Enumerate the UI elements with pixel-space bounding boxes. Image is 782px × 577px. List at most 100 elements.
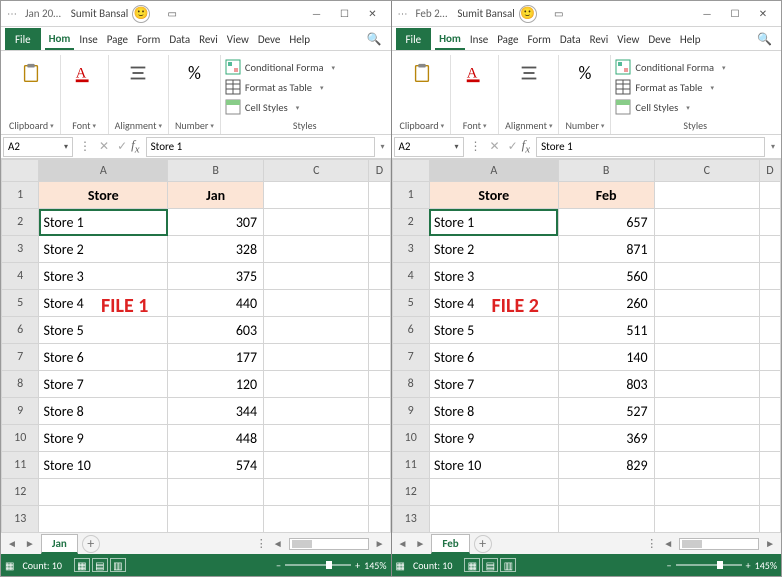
ribbon-tab[interactable]: View [223, 28, 253, 50]
cell[interactable] [264, 371, 369, 398]
cell[interactable] [264, 479, 369, 506]
ribbon-tab[interactable]: Hom [45, 28, 75, 50]
sheet-nav-prev-icon[interactable]: ◄ [396, 537, 410, 550]
spreadsheet-grid[interactable]: ABCD1StoreJan2Store 13073Store 23284Stor… [1, 159, 391, 532]
zoom-in-button[interactable]: + [355, 559, 360, 572]
expand-formula-bar-icon[interactable]: ▾ [765, 142, 781, 152]
ribbon-tab[interactable]: Deve [644, 28, 675, 50]
cell[interactable] [558, 479, 654, 506]
cell[interactable]: Store 5 [429, 317, 558, 344]
cell[interactable]: 375 [168, 263, 264, 290]
cell[interactable] [369, 344, 390, 371]
cell[interactable] [39, 479, 168, 506]
cell[interactable] [654, 398, 759, 425]
ribbon-tab[interactable]: Page [493, 28, 522, 50]
alignment-icon[interactable] [124, 59, 152, 87]
cell[interactable] [264, 425, 369, 452]
maximize-button[interactable]: ☐ [721, 3, 749, 25]
cell[interactable] [264, 452, 369, 479]
cell[interactable] [369, 182, 390, 209]
ribbon-tab[interactable]: View [613, 28, 643, 50]
avatar[interactable]: 🙂 [519, 5, 537, 23]
cell[interactable] [759, 317, 780, 344]
tab-file[interactable]: File [5, 28, 41, 50]
cell[interactable] [759, 182, 780, 209]
cell[interactable]: Feb [558, 182, 654, 209]
cell[interactable]: 369 [558, 425, 654, 452]
normal-view-icon[interactable]: ▦ [464, 558, 480, 572]
ribbon-tab[interactable]: Data [556, 28, 585, 50]
cell[interactable]: 307 [168, 209, 264, 236]
chevron-down-icon[interactable]: ▾ [320, 83, 324, 92]
row-header[interactable]: 7 [2, 344, 39, 371]
ribbon-options-icon[interactable]: ▭ [545, 3, 573, 25]
conditional-formatting-button[interactable]: Conditional Forma▾ [225, 57, 385, 77]
user-name[interactable]: Sumit Bansal [457, 7, 514, 20]
row-header[interactable]: 1 [392, 182, 429, 209]
cell-styles-button[interactable]: Cell Styles▾ [225, 97, 385, 117]
spreadsheet-grid[interactable]: ABCD1StoreFeb2Store 16573Store 28714Stor… [392, 159, 782, 532]
cell[interactable] [759, 263, 780, 290]
number-icon[interactable]: % [571, 59, 599, 87]
row-header[interactable]: 4 [392, 263, 429, 290]
enter-icon[interactable]: ✓ [508, 139, 518, 154]
cell[interactable]: Store 6 [429, 344, 558, 371]
chevron-down-icon[interactable]: ▾ [331, 63, 335, 72]
row-header[interactable]: 4 [2, 263, 39, 290]
history-icon[interactable]: ⋯ [5, 7, 19, 21]
row-header[interactable]: 3 [2, 236, 39, 263]
chevron-down-icon[interactable]: ▾ [64, 142, 68, 152]
cancel-icon[interactable]: ✕ [490, 139, 500, 154]
page-layout-view-icon[interactable]: ▤ [92, 558, 108, 572]
chevron-down-icon[interactable]: ▾ [549, 121, 553, 130]
enter-icon[interactable]: ✓ [117, 139, 127, 154]
row-header[interactable]: 6 [2, 317, 39, 344]
cell[interactable]: Store 2 [39, 236, 168, 263]
cell[interactable]: 871 [558, 236, 654, 263]
cell[interactable] [369, 479, 390, 506]
sheet-nav-next-icon[interactable]: ► [23, 537, 37, 550]
cell[interactable]: 527 [558, 398, 654, 425]
cell[interactable] [369, 452, 390, 479]
cell[interactable] [654, 209, 759, 236]
cell[interactable]: Store 4 [429, 290, 558, 317]
cell[interactable]: Store 8 [429, 398, 558, 425]
clipboard-label[interactable]: Clipboard▾ [9, 119, 54, 132]
sheet-nav-prev-icon[interactable]: ◄ [5, 537, 19, 550]
cell[interactable] [429, 506, 558, 533]
cell[interactable] [369, 263, 390, 290]
cell[interactable] [264, 236, 369, 263]
page-break-view-icon[interactable]: ▥ [500, 558, 516, 572]
cell[interactable] [369, 425, 390, 452]
cell[interactable]: Store 10 [39, 452, 168, 479]
cell[interactable] [654, 263, 759, 290]
row-header[interactable]: 7 [392, 344, 429, 371]
cell[interactable]: Store [39, 182, 168, 209]
cell[interactable] [264, 182, 369, 209]
column-header[interactable]: C [654, 160, 759, 182]
cell[interactable] [264, 344, 369, 371]
row-header[interactable]: 8 [392, 371, 429, 398]
cell[interactable] [369, 398, 390, 425]
ribbon-tab[interactable]: Hom [435, 28, 465, 50]
cell[interactable]: 574 [168, 452, 264, 479]
cell[interactable] [369, 236, 390, 263]
cell[interactable]: Store 2 [429, 236, 558, 263]
record-macro-icon[interactable]: ▦ [396, 559, 405, 572]
cell[interactable] [654, 479, 759, 506]
cell[interactable] [654, 236, 759, 263]
cell[interactable] [39, 506, 168, 533]
cell[interactable]: Store 3 [39, 263, 168, 290]
chevron-down-icon[interactable]: ▾ [296, 103, 300, 112]
chevron-down-icon[interactable]: ▾ [92, 121, 96, 130]
conditional-formatting-button[interactable]: Conditional Forma▾ [615, 57, 775, 77]
tab-file[interactable]: File [396, 28, 432, 50]
sheet-tab[interactable]: Jan [41, 534, 78, 554]
cell[interactable]: 603 [168, 317, 264, 344]
cell[interactable] [654, 182, 759, 209]
cell[interactable]: 177 [168, 344, 264, 371]
alignment-label[interactable]: Alignment▾ [115, 119, 162, 132]
close-button[interactable]: ✕ [749, 3, 777, 25]
row-header[interactable]: 2 [392, 209, 429, 236]
normal-view-icon[interactable]: ▦ [74, 558, 90, 572]
